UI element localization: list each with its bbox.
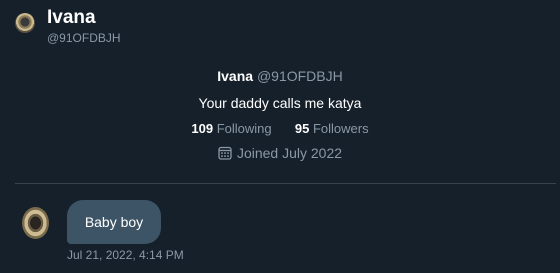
profile-name[interactable]: Ivana [217,68,253,84]
conversation-header: Ivana @91OFDBJH [0,0,560,60]
followers-label: Followers [312,121,369,136]
profile-stats: 109 Following 95 Followers [0,121,560,136]
following-link[interactable]: 109 Following [191,121,271,136]
profile-bio: Your daddy calls me katya [198,95,362,111]
message-timestamp: Jul 21, 2022, 4:14 PM [67,248,184,262]
header-avatar[interactable] [15,13,35,33]
header-name: Ivana [47,7,96,28]
following-count: 109 [191,121,214,136]
following-label: Following [216,121,272,136]
calendar-icon [218,146,232,160]
followers-link[interactable]: 95 Followers [295,121,369,136]
followers-count: 95 [294,121,310,136]
profile-name-line: Ivana @91OFDBJH [0,68,560,84]
joined-date: Joined July 2022 [0,145,560,161]
message-bubble[interactable]: Baby boy [67,200,161,244]
header-handle: @91OFDBJH [47,31,121,45]
message-text: Baby boy [84,214,144,230]
message-avatar[interactable] [22,207,49,239]
joined-text: Joined July 2022 [236,145,343,161]
divider [15,183,556,184]
profile-handle[interactable]: @91OFDBJH [257,68,343,84]
